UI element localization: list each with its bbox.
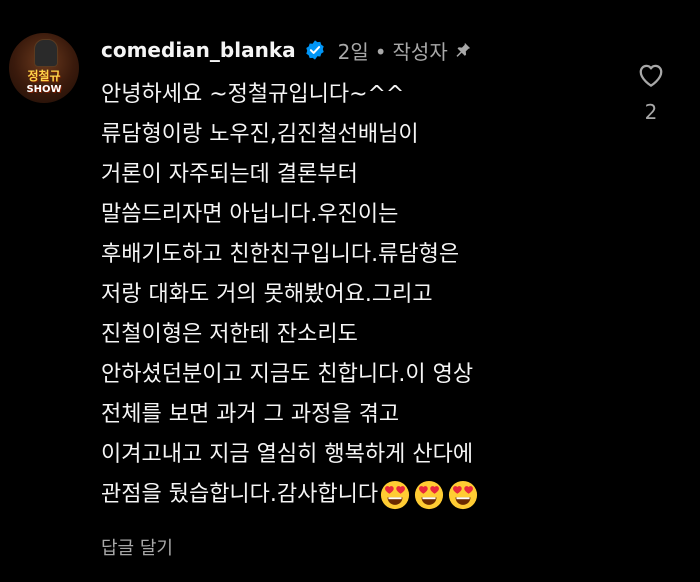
heart-eyes-emoji-icon bbox=[381, 480, 410, 510]
heart-eyes-emoji-icon bbox=[449, 480, 478, 510]
comment-header: comedian_blanka 2일 • 작성자 bbox=[101, 36, 472, 64]
comment-line-last: 관점을 뒀습합니다.감사합니다 bbox=[101, 475, 611, 515]
comment-meta: 2일 • 작성자 bbox=[338, 36, 448, 65]
meta-separator: • bbox=[374, 39, 387, 64]
avatar-text-show: SHOW bbox=[26, 84, 62, 95]
reply-button[interactable]: 답글 달기 bbox=[101, 534, 173, 560]
heart-outline-icon[interactable] bbox=[636, 60, 666, 90]
heart-eyes-emoji-icon bbox=[415, 480, 444, 510]
comment-line: 전체를 보면 과거 그 과정을 겪고 bbox=[101, 402, 400, 427]
comment-line: 저랑 대화도 거의 못해봤어요.그리고 bbox=[101, 282, 433, 307]
comment-body: 안녕하세요 ~정철규입니다~^^ 류담형이랑 노우진,김진철선배님이 거론이 자… bbox=[101, 75, 611, 515]
avatar-text-name: 정철규 bbox=[27, 69, 61, 83]
username-link[interactable]: comedian_blanka bbox=[101, 38, 296, 62]
emoji-row bbox=[380, 480, 478, 510]
comment-line: 관점을 뒀습합니다.감사합니다 bbox=[101, 482, 379, 507]
verified-badge-icon bbox=[305, 40, 324, 60]
avatar[interactable]: 정철규 SHOW bbox=[9, 33, 79, 103]
comment-line: 후배기도하고 친한친구입니다.류담형은 bbox=[101, 242, 460, 267]
pin-icon bbox=[456, 42, 470, 57]
avatar-figure bbox=[34, 39, 58, 67]
comment-line: 말씀드리자면 아닙니다.우진이는 bbox=[101, 202, 399, 227]
comment-line: 류담형이랑 노우진,김진철선배님이 bbox=[101, 122, 419, 147]
author-label: 작성자 bbox=[392, 39, 448, 64]
comment-line: 안녕하세요 ~정철규입니다~^^ bbox=[101, 82, 405, 107]
comment-line: 진철이형은 저한테 잔소리도 bbox=[101, 322, 358, 347]
time-ago: 2일 bbox=[337, 39, 369, 64]
like-count: 2 bbox=[644, 100, 658, 124]
comment-line: 안하셨던분이고 지금도 친합니다.이 영상 bbox=[101, 362, 474, 387]
comment-line: 거론이 자주되는데 결론부터 bbox=[101, 162, 358, 187]
comment-line: 이겨고내고 지금 열심히 행복하게 산다에 bbox=[101, 442, 474, 467]
